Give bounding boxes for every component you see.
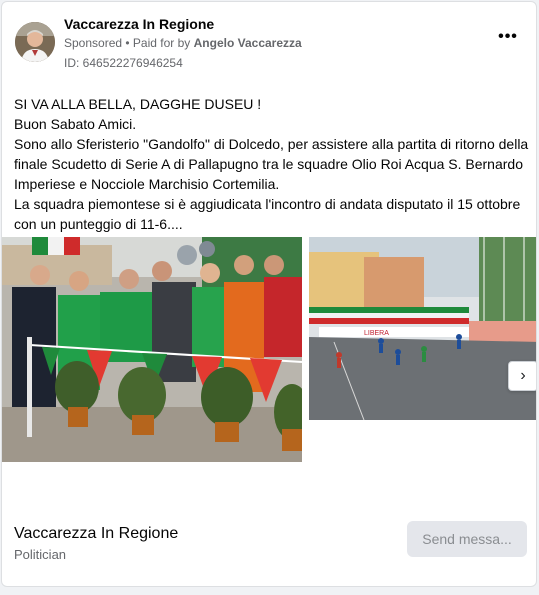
post-line: Buon Sabato Amici. bbox=[14, 116, 137, 132]
more-options-button[interactable]: ••• bbox=[496, 28, 520, 48]
footer-page-name[interactable]: Vaccarezza In Regione bbox=[14, 525, 178, 543]
post-line: La squadra piemontese si è aggiudicata l… bbox=[14, 196, 521, 212]
more-horizontal-icon: ••• bbox=[498, 28, 518, 45]
meta-separator: • bbox=[122, 36, 133, 50]
sponsored-line: Sponsored • Paid for by Angelo Vaccarezz… bbox=[64, 36, 302, 50]
chevron-right-icon: › bbox=[520, 367, 526, 384]
court-photo-illustration: LIBERA bbox=[309, 237, 536, 420]
group-photo-illustration bbox=[2, 237, 302, 462]
carousel-next-button[interactable]: › bbox=[508, 361, 536, 391]
post-line: SI VA ALLA BELLA, DAGGHE DUSEU ! bbox=[14, 96, 262, 112]
post-text: SI VA ALLA BELLA, DAGGHE DUSEU ! Buon Sa… bbox=[14, 94, 534, 234]
post-line: Imperiese e Nocciole Marchisio Cortemili… bbox=[14, 176, 280, 192]
post-line: con un punteggio di 11-6.... bbox=[14, 216, 183, 232]
ad-id: ID: 646522276946254 bbox=[64, 56, 183, 70]
carousel-image-court[interactable]: LIBERA bbox=[309, 237, 536, 420]
post-line: finale Scudetto di Serie A di Pallapugno… bbox=[14, 156, 523, 172]
footer-page-category: Politician bbox=[14, 547, 67, 562]
avatar-photo bbox=[15, 22, 55, 62]
paid-for-prefix: Paid for by bbox=[132, 36, 194, 50]
page-avatar[interactable] bbox=[15, 22, 55, 62]
send-message-button[interactable]: Send messa... bbox=[407, 521, 527, 557]
paid-for-name[interactable]: Angelo Vaccarezza bbox=[194, 36, 302, 50]
post-line: Sono allo Sferisterio "Gandolfo" di Dolc… bbox=[14, 136, 529, 152]
banner-sign: LIBERA bbox=[364, 330, 389, 337]
sponsored-label: Sponsored bbox=[64, 36, 123, 50]
page-name-link[interactable]: Vaccarezza In Regione bbox=[64, 16, 214, 32]
carousel-image-group-photo[interactable] bbox=[2, 237, 302, 462]
sponsored-post-card: Vaccarezza In Regione Sponsored • Paid f… bbox=[1, 1, 537, 587]
